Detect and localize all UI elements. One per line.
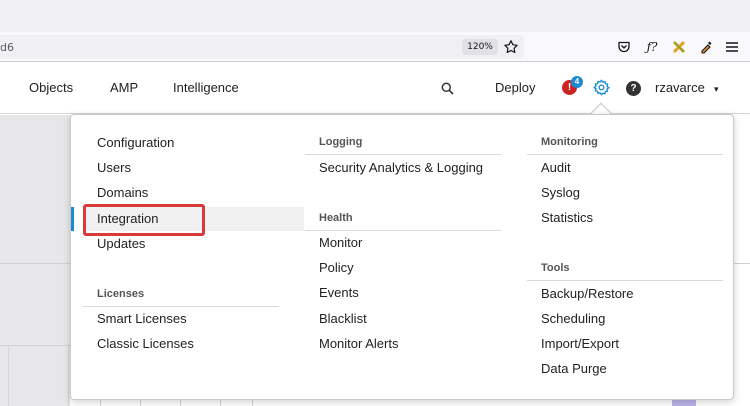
section-heading-licenses: Licenses <box>97 288 145 300</box>
menu-item-monitor[interactable]: Monitor <box>319 235 362 250</box>
menu-item-domains[interactable]: Domains <box>97 185 148 200</box>
menu-item-scheduling[interactable]: Scheduling <box>541 311 605 326</box>
menu-item-policy[interactable]: Policy <box>319 260 354 275</box>
extension-icon[interactable] <box>671 39 687 55</box>
menu-item-audit[interactable]: Audit <box>541 160 571 175</box>
address-bar[interactable]: d6 120% <box>0 35 524 59</box>
menu-item-events[interactable]: Events <box>319 285 359 300</box>
section-divider <box>83 306 279 307</box>
section-divider <box>305 230 501 231</box>
menu-item-syslog[interactable]: Syslog <box>541 185 580 200</box>
menu-item-updates[interactable]: Updates <box>97 236 145 251</box>
system-settings-dropdown: Configuration Users Domains Integration … <box>70 114 734 400</box>
section-heading-logging: Logging <box>319 136 363 148</box>
section-divider <box>527 280 723 281</box>
menu-item-statistics[interactable]: Statistics <box>541 210 593 225</box>
menu-item-smart-licenses[interactable]: Smart Licenses <box>97 311 187 326</box>
alert-count-badge: 4 <box>571 76 583 88</box>
help-icon[interactable]: ? <box>626 81 641 96</box>
zoom-level-button[interactable]: 120% <box>462 39 498 55</box>
nav-objects[interactable]: Objects <box>29 80 73 95</box>
menu-item-blacklist[interactable]: Blacklist <box>319 311 367 326</box>
menu-item-configuration[interactable]: Configuration <box>97 135 174 150</box>
hamburger-menu-icon[interactable] <box>724 39 740 55</box>
bookmark-star-icon[interactable] <box>503 39 519 55</box>
settings-gear-icon[interactable] <box>593 79 610 96</box>
browser-toolbar: d6 120% ƒ? <box>0 32 750 62</box>
menu-item-classic-licenses[interactable]: Classic Licenses <box>97 336 194 351</box>
deploy-button[interactable]: Deploy <box>495 80 535 95</box>
section-heading-monitoring: Monitoring <box>541 136 598 148</box>
nav-intelligence[interactable]: Intelligence <box>173 80 239 95</box>
address-bar-text: d6 <box>0 41 14 54</box>
nav-amp[interactable]: AMP <box>110 80 138 95</box>
browser-tab-strip <box>0 0 750 32</box>
menu-item-security-analytics-logging[interactable]: Security Analytics & Logging <box>319 160 483 175</box>
menu-item-import-export[interactable]: Import/Export <box>541 336 619 351</box>
section-divider <box>527 154 723 155</box>
menu-item-users[interactable]: Users <box>97 160 131 175</box>
user-menu[interactable]: rzavarce <box>655 80 705 95</box>
menu-item-backup-restore[interactable]: Backup/Restore <box>541 286 634 301</box>
chevron-down-icon[interactable]: ▾ <box>714 84 719 95</box>
highlight-outline <box>83 204 205 236</box>
eyedropper-icon[interactable] <box>698 39 714 55</box>
pocket-icon[interactable] <box>616 39 632 55</box>
function-icon[interactable]: ƒ? <box>644 39 660 55</box>
menu-item-data-purge[interactable]: Data Purge <box>541 361 607 376</box>
menu-item-monitor-alerts[interactable]: Monitor Alerts <box>319 336 398 351</box>
active-indicator <box>71 207 74 231</box>
search-icon[interactable] <box>440 81 454 95</box>
section-divider <box>305 154 501 155</box>
section-heading-health: Health <box>319 212 353 224</box>
section-heading-tools: Tools <box>541 262 570 274</box>
